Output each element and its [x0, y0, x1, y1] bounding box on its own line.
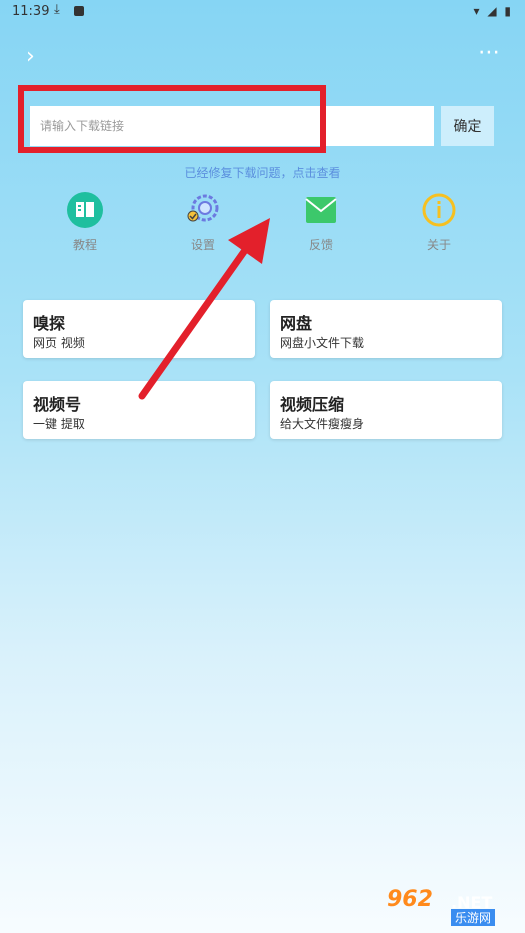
annotation-arrow — [138, 218, 270, 400]
watermark-logo: 962 .NET 乐游网 — [387, 887, 515, 927]
watermark-sub: 乐游网 — [451, 909, 496, 926]
watermark-number: 962 — [387, 887, 433, 912]
